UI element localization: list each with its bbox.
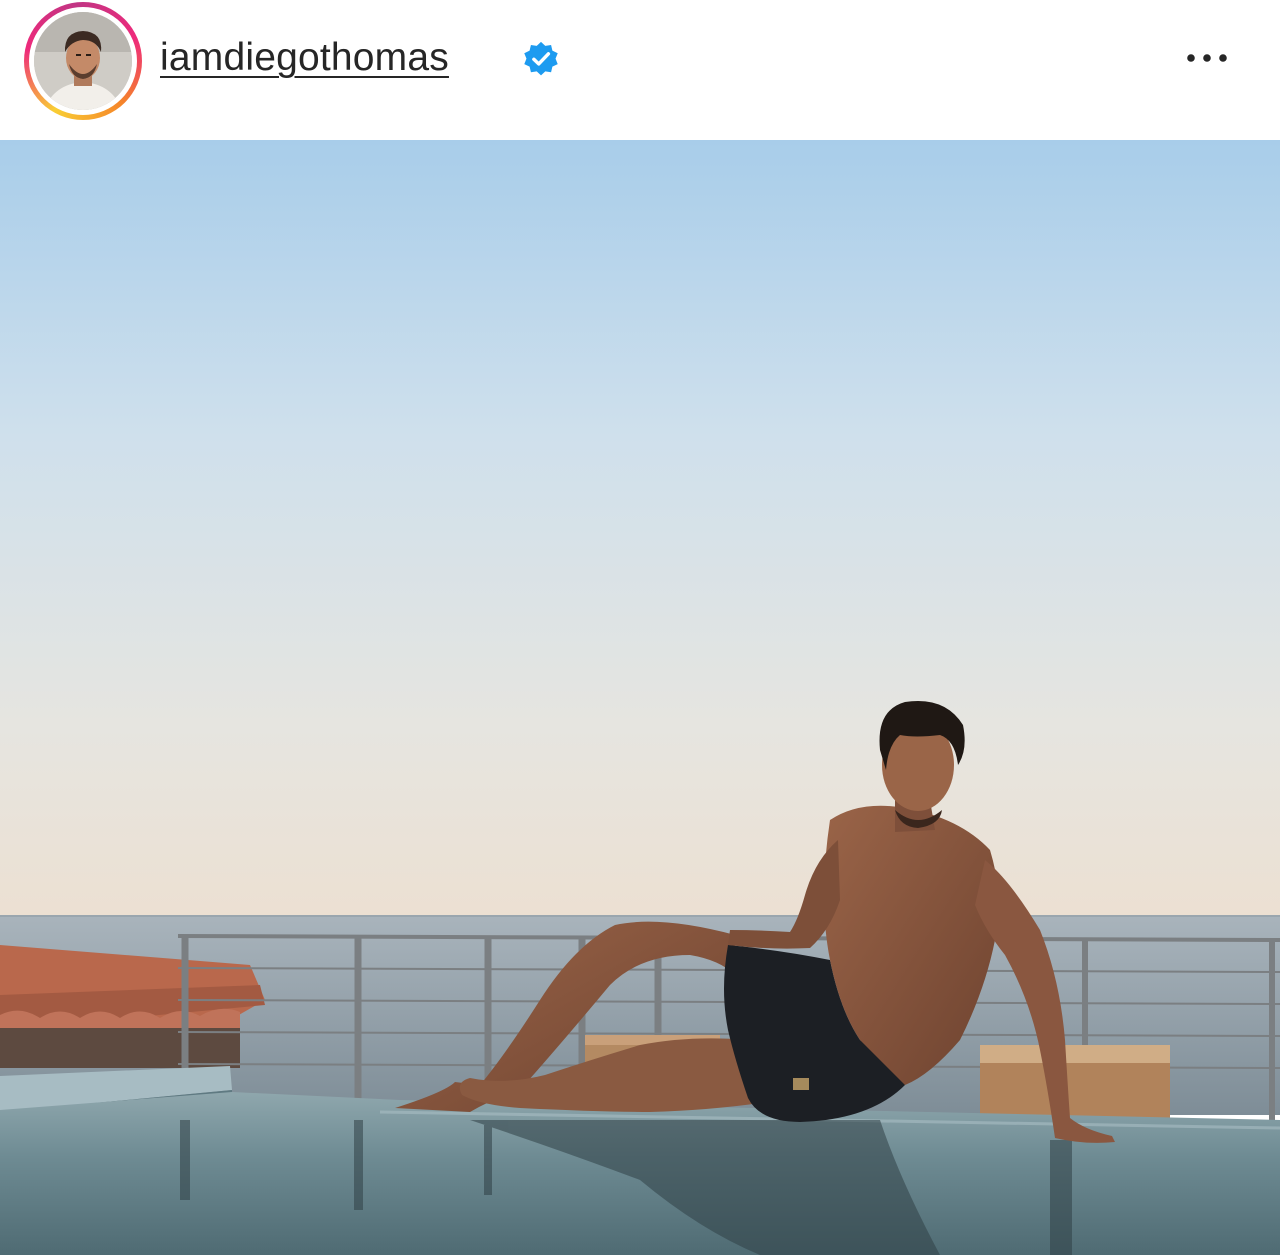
avatar[interactable]: [34, 12, 132, 110]
story-ring[interactable]: [24, 2, 142, 120]
more-options-icon[interactable]: [1180, 40, 1240, 76]
post-photo[interactable]: [0, 140, 1280, 1255]
sky: [0, 140, 1280, 920]
post-header: iamdiegothomas: [0, 0, 1280, 140]
avatar-border: [29, 7, 137, 115]
username-link[interactable]: iamdiegothomas: [160, 36, 449, 80]
instagram-post: iamdiegothomas: [0, 0, 1280, 1255]
verified-badge-icon: [522, 40, 560, 78]
tile-roof: [0, 945, 265, 1068]
